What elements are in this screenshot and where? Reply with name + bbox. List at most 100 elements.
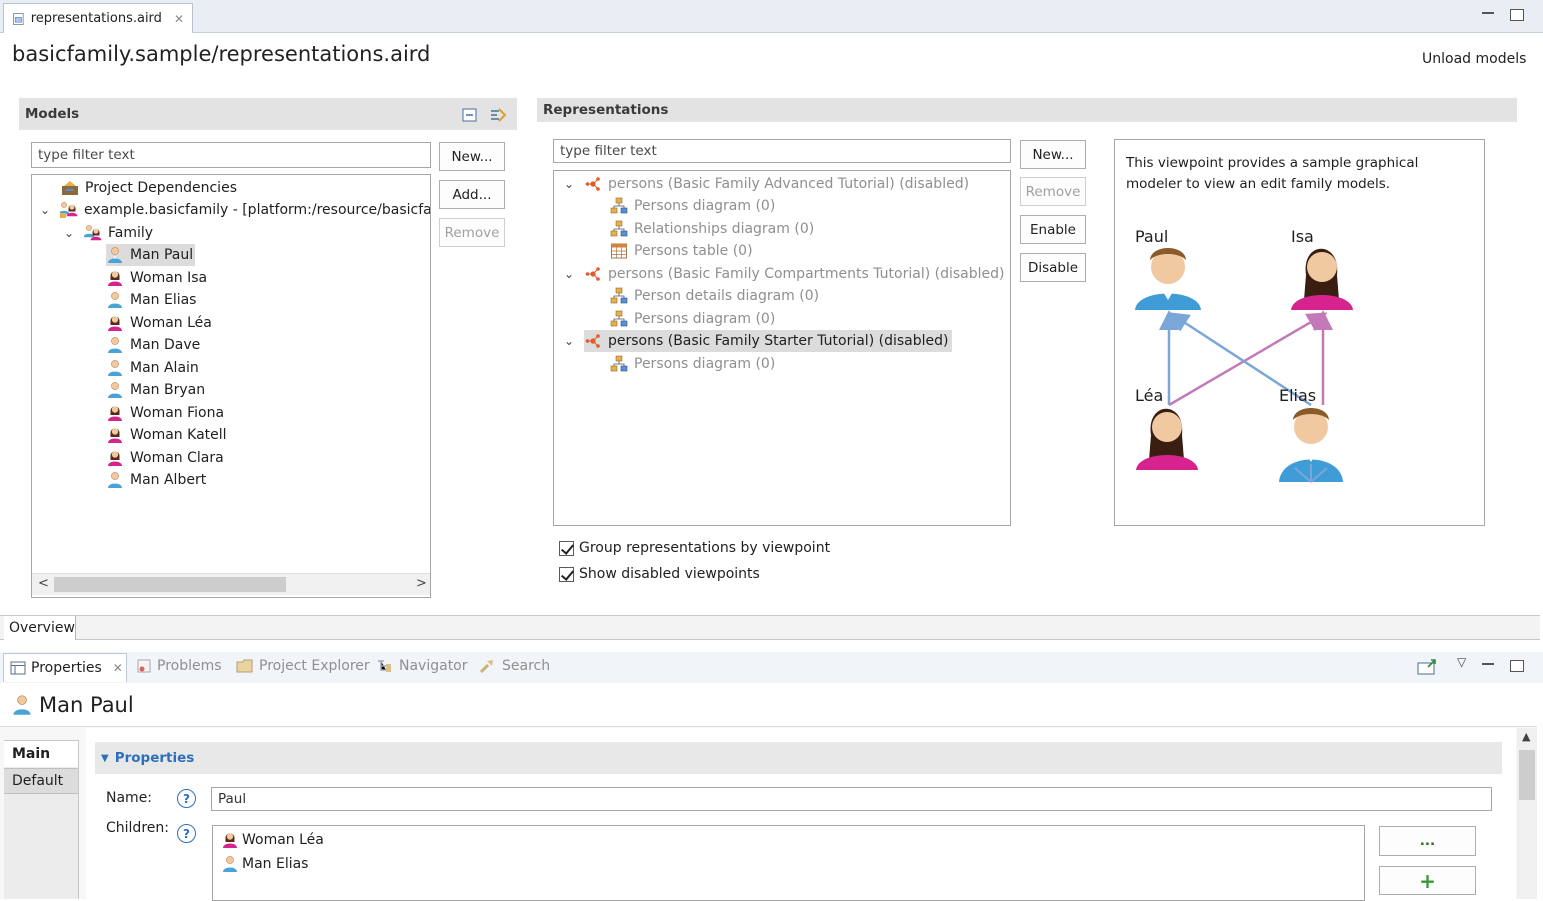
tree-item-resource[interactable]: ⌄ example.basicfamily - [platform:/resou… [40, 199, 430, 221]
collapse-all-icon[interactable] [461, 106, 479, 124]
tree-item-person[interactable]: Man Dave [106, 334, 200, 356]
scroll-right-icon[interactable]: > [416, 576, 427, 591]
help-icon[interactable]: ? [177, 789, 196, 808]
tree-item-person[interactable]: Man Alain [106, 357, 199, 379]
show-disabled-checkbox[interactable]: Show disabled viewpoints [559, 566, 760, 582]
checkbox-checked-icon[interactable] [559, 566, 574, 582]
enable-button[interactable]: Enable [1020, 215, 1086, 244]
close-icon[interactable]: ✕ [113, 661, 123, 675]
disable-button[interactable]: Disable [1020, 253, 1086, 282]
representations-filter-input[interactable]: type filter text [553, 139, 1011, 163]
chevron-down-icon[interactable]: ⌄ [40, 203, 52, 217]
properties-view-tab[interactable]: Properties ✕ [3, 653, 127, 682]
search-view-tab[interactable]: Search [479, 658, 550, 674]
tree-item-person[interactable]: Man Bryan [106, 379, 205, 401]
models-horizontal-scrollbar[interactable]: < > [32, 573, 430, 595]
models-filter-input[interactable]: type filter text [31, 142, 431, 168]
models-filter-placeholder: type filter text [38, 147, 135, 163]
tree-item-person[interactable]: Woman Katell [106, 424, 227, 446]
main-tab[interactable]: Main [4, 740, 78, 767]
preview-man-figure [1279, 408, 1343, 483]
properties-section-header[interactable]: ▼ Properties [95, 742, 1502, 774]
tree-item-project-dependencies[interactable]: Project Dependencies [61, 177, 237, 199]
tree-item-representation[interactable]: Person details diagram (0) [610, 285, 819, 307]
preview-woman-figure [1291, 248, 1353, 310]
minimize-icon[interactable] [1482, 663, 1494, 665]
diagram-icon [610, 310, 628, 328]
project-explorer-icon [236, 659, 253, 673]
tree-item-person[interactable]: Woman Fiona [106, 402, 224, 424]
maximize-icon[interactable] [1510, 9, 1524, 21]
preview-name-elias: Elias [1279, 386, 1317, 405]
tree-item-person[interactable]: Woman Léa [106, 312, 212, 334]
minimize-icon[interactable] [1482, 12, 1494, 14]
browse-children-button[interactable]: ... [1379, 826, 1476, 856]
project-explorer-view-tab[interactable]: Project Explorer [236, 658, 370, 674]
checkbox-checked-icon[interactable] [559, 540, 574, 556]
tree-item-person[interactable]: Man Paul [106, 244, 196, 266]
close-icon[interactable]: ✕ [174, 12, 184, 26]
chevron-down-icon[interactable]: ⌄ [564, 177, 576, 191]
scrollbar-thumb[interactable] [54, 577, 286, 592]
tree-item-representation[interactable]: Persons table (0) [610, 240, 753, 262]
list-item[interactable]: Woman Léa [221, 829, 324, 851]
link-with-editor-icon[interactable] [488, 105, 508, 125]
tree-item-representation[interactable]: Persons diagram (0) [610, 195, 775, 217]
navigator-view-tab[interactable]: Navigator [376, 658, 468, 674]
family-resource-icon [60, 201, 78, 218]
representations-tree[interactable]: ⌄ persons (Basic Family Advanced Tutoria… [553, 170, 1011, 526]
models-new-button[interactable]: New... [439, 142, 505, 171]
tree-item-viewpoint[interactable]: ⌄ persons (Basic Family Compartments Tut… [564, 263, 1004, 285]
name-label: Name: [106, 790, 153, 806]
unload-models-link[interactable]: Unload models [1422, 51, 1526, 67]
add-child-button[interactable]: + [1379, 866, 1476, 895]
name-input[interactable]: Paul [211, 787, 1492, 811]
scroll-left-icon[interactable]: < [38, 576, 49, 591]
problems-view-tab[interactable]: Problems [136, 658, 222, 674]
representations-remove-button[interactable]: Remove [1020, 177, 1086, 206]
pin-view-icon[interactable] [1416, 658, 1438, 676]
tree-item-person[interactable]: Man Elias [106, 289, 196, 311]
scroll-up-icon[interactable]: ▲ [1522, 730, 1530, 743]
models-tree[interactable]: Project Dependencies ⌄ example.basicfami… [31, 174, 431, 598]
overview-tab[interactable]: Overview [4, 616, 76, 640]
chevron-down-icon[interactable]: ⌄ [64, 226, 76, 240]
models-remove-button[interactable]: Remove [439, 218, 505, 247]
editor-title: basicfamily.sample/representations.aird [12, 42, 431, 66]
chevron-down-icon[interactable]: ⌄ [564, 334, 576, 348]
maximize-icon[interactable] [1510, 660, 1524, 672]
chevron-down-icon[interactable]: ⌄ [564, 267, 576, 281]
default-tab[interactable]: Default [4, 768, 78, 794]
man-icon [106, 336, 124, 354]
representations-header: Representations [537, 98, 1517, 122]
tree-item-person[interactable]: Woman Clara [106, 447, 224, 469]
list-item[interactable]: Man Elias [221, 853, 308, 875]
woman-icon [106, 426, 124, 444]
group-by-viewpoint-checkbox[interactable]: Group representations by viewpoint [559, 540, 830, 556]
editor-tab-bar [0, 0, 1543, 33]
navigator-icon [378, 660, 391, 672]
tree-item-person[interactable]: Woman Isa [106, 267, 207, 289]
editor-tab[interactable]: representations.aird ✕ [3, 3, 193, 33]
models-add-button[interactable]: Add... [439, 180, 505, 209]
tree-item-representation[interactable]: Relationships diagram (0) [610, 218, 814, 240]
man-icon [106, 291, 124, 309]
properties-vertical-scrollbar[interactable]: ▲ [1517, 728, 1537, 899]
representations-new-button[interactable]: New... [1020, 140, 1086, 169]
representations-filter-placeholder: type filter text [560, 143, 657, 159]
woman-icon [106, 449, 124, 467]
tree-item-family[interactable]: ⌄ Family [64, 222, 153, 244]
tree-item-person[interactable]: Man Albert [106, 469, 206, 491]
tree-item-representation[interactable]: Persons diagram (0) [610, 353, 775, 375]
children-list[interactable]: Woman Léa Man Elias [212, 825, 1365, 901]
preview-name-lea: Léa [1135, 386, 1164, 405]
scrollbar-thumb[interactable] [1519, 750, 1535, 800]
help-icon[interactable]: ? [177, 824, 196, 843]
tree-item-representation[interactable]: Persons diagram (0) [610, 308, 775, 330]
view-menu-icon[interactable]: ▽ [1457, 655, 1466, 669]
preview-man-figure [1135, 248, 1201, 310]
tree-item-viewpoint[interactable]: ⌄ persons (Basic Family Advanced Tutoria… [564, 173, 969, 195]
selected-viewpoint[interactable]: persons (Basic Family Starter Tutorial) … [584, 330, 953, 352]
chevron-down-icon[interactable]: ▼ [101, 753, 109, 764]
tree-item-viewpoint[interactable]: ⌄ persons (Basic Family Starter Tutorial… [564, 330, 953, 352]
